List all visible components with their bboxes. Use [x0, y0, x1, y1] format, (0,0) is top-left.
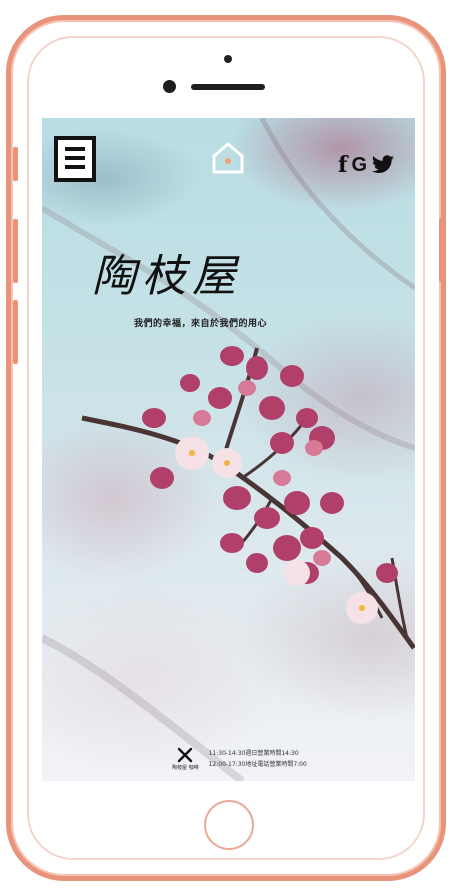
brand-slogan: 我們的幸福，來自於我們的用心: [134, 319, 268, 329]
footer-info: 陶枝屋 咖啡 11:30-14:30週日營業時間14:30 12:00-17:3…: [172, 747, 307, 771]
mute-switch: [13, 147, 18, 181]
footer-hours-line: 11:30-14:30週日營業時間14:30: [208, 750, 299, 757]
google-icon[interactable]: G: [351, 155, 367, 175]
footer-hours-line: 12:00-17:30地址電話營業時間7:00: [208, 761, 307, 768]
menu-line: [65, 165, 85, 169]
footer-hours: 11:30-14:30週日營業時間14:30 12:00-17:30地址電話營業…: [209, 747, 307, 769]
menu-line: [65, 156, 85, 160]
volume-down-button: [13, 300, 18, 364]
social-links: f G: [338, 154, 395, 176]
menu-line: [65, 147, 85, 151]
brand-logo-title: 陶枝屋: [92, 251, 242, 302]
footer-brand: 陶枝屋 咖啡: [172, 747, 199, 771]
front-camera: [163, 80, 176, 93]
fork-knife-icon: [178, 747, 193, 763]
hamburger-menu-icon[interactable]: [54, 136, 96, 182]
power-button: [439, 218, 444, 282]
blossom-photo: [42, 118, 415, 781]
facebook-icon[interactable]: f: [338, 154, 347, 176]
twitter-icon[interactable]: [371, 155, 395, 175]
home-button[interactable]: [204, 800, 254, 850]
home-icon[interactable]: [210, 140, 246, 176]
footer-brand-label: 陶枝屋 咖啡: [172, 765, 199, 771]
volume-up-button: [13, 219, 18, 283]
earpiece-speaker: [191, 84, 265, 90]
proximity-sensor: [224, 55, 232, 63]
app-screen: f G 陶枝屋 我們的幸福，來自於我們的用心 陶枝屋 咖啡 11:30-14:3…: [42, 118, 415, 781]
